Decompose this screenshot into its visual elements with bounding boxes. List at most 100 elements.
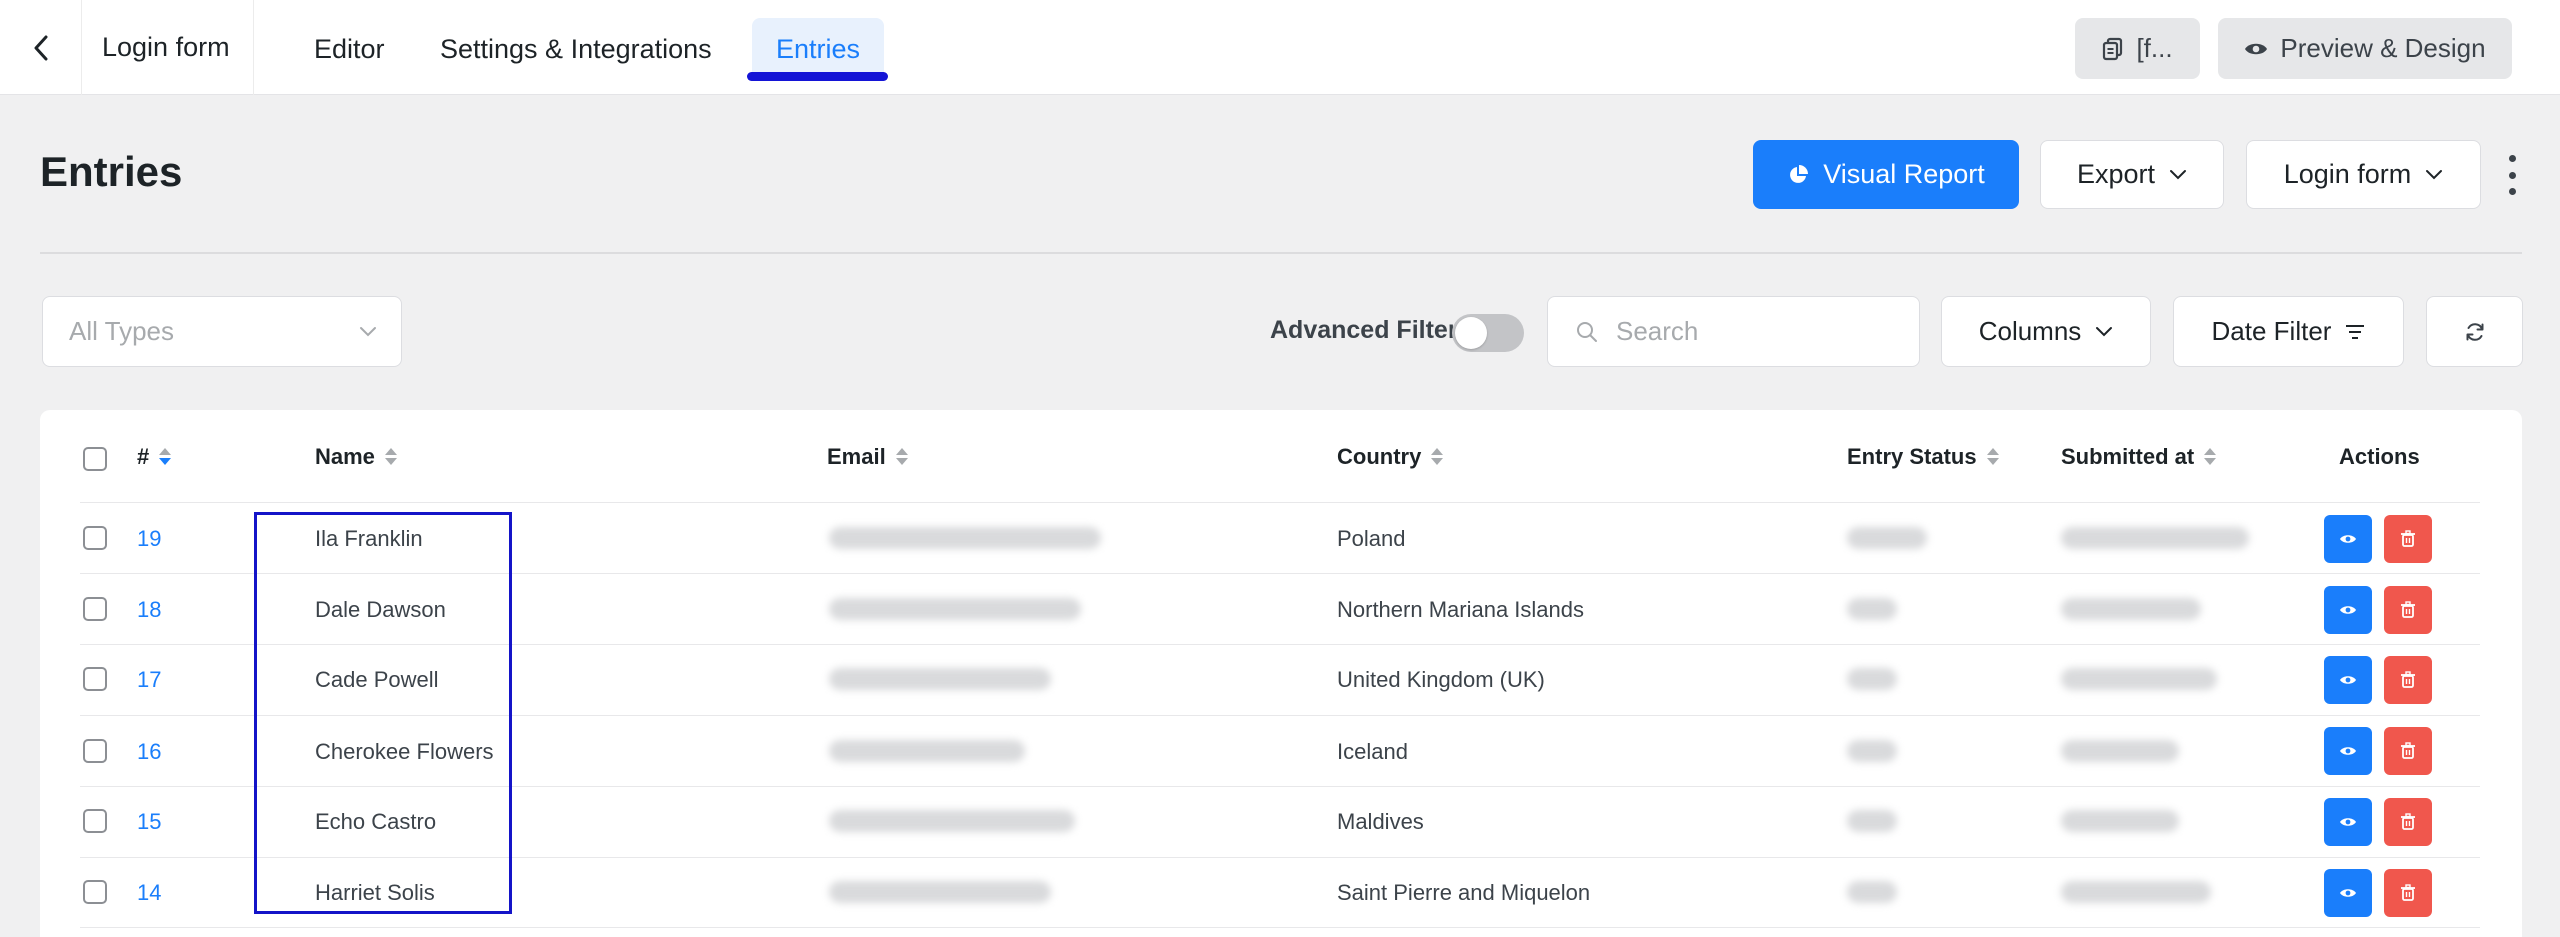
redacted-submitted — [2061, 668, 2217, 690]
refresh-button[interactable] — [2426, 296, 2523, 367]
columns-button[interactable]: Columns — [1941, 296, 2151, 367]
entry-id-link[interactable]: 14 — [137, 880, 161, 906]
entry-id-link[interactable]: 15 — [137, 809, 161, 835]
chevron-down-icon — [2096, 326, 2113, 336]
advanced-filter-toggle[interactable] — [1452, 314, 1524, 352]
entry-name: Harriet Solis — [315, 880, 435, 905]
column-header-submitted[interactable]: Submitted at — [2061, 444, 2217, 470]
entry-country: United Kingdom (UK) — [1337, 667, 1545, 692]
entry-type-placeholder: All Types — [69, 316, 175, 346]
select-all-checkbox[interactable] — [83, 447, 107, 471]
redacted-email — [829, 598, 1081, 620]
shortcode-label: [f... — [2136, 33, 2173, 63]
form-name: Login form — [82, 0, 254, 95]
delete-entry-button[interactable] — [2384, 586, 2432, 634]
entry-type-select[interactable]: All Types — [42, 296, 402, 367]
back-button[interactable] — [0, 0, 82, 95]
redacted-submitted — [2061, 740, 2179, 762]
redacted-status — [1847, 810, 1897, 832]
row-checkbox[interactable] — [83, 526, 107, 550]
column-header-country[interactable]: Country — [1337, 444, 1444, 470]
header-divider-line — [80, 502, 2480, 503]
advanced-filter-label: Advanced Filter — [1270, 316, 1458, 344]
sort-icon — [895, 447, 908, 467]
column-header-id[interactable]: # — [137, 444, 172, 470]
view-entry-button[interactable] — [2324, 798, 2372, 846]
visual-report-button[interactable]: Visual Report — [1753, 140, 2019, 209]
entry-id-link[interactable]: 17 — [137, 667, 161, 693]
redacted-status — [1847, 740, 1897, 762]
row-checkbox[interactable] — [83, 597, 107, 621]
eye-icon — [2340, 606, 2356, 614]
delete-entry-button[interactable] — [2384, 727, 2432, 775]
columns-label: Columns — [1978, 316, 2082, 346]
date-filter-label: Date Filter — [2211, 316, 2332, 346]
form-select-label: Login form — [2283, 159, 2412, 189]
search-field[interactable] — [1547, 296, 1920, 367]
filter-lines-icon — [2346, 324, 2365, 339]
trash-icon — [2401, 671, 2415, 688]
row-divider — [80, 715, 2480, 716]
entry-name: Dale Dawson — [315, 597, 446, 622]
view-entry-button[interactable] — [2324, 869, 2372, 917]
entry-name: Echo Castro — [315, 809, 437, 834]
delete-entry-button[interactable] — [2384, 656, 2432, 704]
page-title: Entries — [40, 148, 183, 195]
redacted-submitted — [2061, 881, 2211, 903]
entry-name: Cade Powell — [315, 667, 439, 692]
active-tab-underline — [747, 72, 888, 81]
trash-icon — [2401, 601, 2415, 618]
view-entry-button[interactable] — [2324, 656, 2372, 704]
pie-chart-icon — [1790, 164, 1809, 183]
entry-id-link[interactable]: 18 — [137, 597, 161, 623]
trash-icon — [2401, 813, 2415, 830]
view-entry-button[interactable] — [2324, 586, 2372, 634]
eye-icon — [2340, 676, 2356, 684]
tab-editor[interactable]: Editor — [314, 18, 385, 80]
view-entry-button[interactable] — [2324, 727, 2372, 775]
copy-icon — [2103, 37, 2123, 60]
entry-id-link[interactable]: 19 — [137, 526, 161, 552]
date-filter-button[interactable]: Date Filter — [2173, 296, 2404, 367]
column-header-email[interactable]: Email — [827, 444, 908, 470]
entry-country: Poland — [1337, 526, 1406, 551]
redacted-email — [829, 668, 1051, 690]
sort-icon — [2204, 447, 2217, 467]
export-button[interactable]: Export — [2040, 140, 2224, 209]
redacted-email — [829, 810, 1075, 832]
refresh-icon — [2466, 322, 2483, 341]
row-checkbox[interactable] — [83, 880, 107, 904]
view-entry-button[interactable] — [2324, 515, 2372, 563]
column-id-label: # — [137, 444, 150, 469]
header-divider — [40, 252, 2522, 254]
delete-entry-button[interactable] — [2384, 798, 2432, 846]
row-checkbox[interactable] — [83, 667, 107, 691]
column-header-name[interactable]: Name — [315, 444, 397, 470]
column-header-status[interactable]: Entry Status — [1847, 444, 1999, 470]
search-icon — [1577, 321, 1597, 342]
redacted-status — [1847, 668, 1897, 690]
redacted-status — [1847, 527, 1927, 549]
delete-entry-button[interactable] — [2384, 869, 2432, 917]
shortcode-button[interactable]: [f... — [2075, 18, 2200, 79]
column-submitted-label: Submitted at — [2061, 444, 2195, 469]
tab-entries[interactable]: Entries — [752, 18, 885, 80]
column-header-actions: Actions — [2339, 444, 2420, 470]
row-divider — [80, 644, 2480, 645]
delete-entry-button[interactable] — [2384, 515, 2432, 563]
search-input[interactable] — [1616, 316, 1896, 347]
form-select-button[interactable]: Login form — [2246, 140, 2481, 209]
column-name-label: Name — [315, 444, 375, 469]
more-options-icon[interactable] — [2500, 155, 2524, 195]
entry-id-link[interactable]: 16 — [137, 739, 161, 765]
row-checkbox[interactable] — [83, 809, 107, 833]
entry-name: Ila Franklin — [315, 526, 423, 551]
trash-icon — [2401, 742, 2415, 759]
row-divider — [80, 573, 2480, 574]
row-checkbox[interactable] — [83, 739, 107, 763]
tab-settings-integrations[interactable]: Settings & Integrations — [440, 18, 712, 80]
row-divider — [80, 927, 2480, 928]
preview-design-button[interactable]: Preview & Design — [2218, 18, 2512, 79]
toggle-knob — [1455, 317, 1487, 349]
redacted-status — [1847, 598, 1897, 620]
